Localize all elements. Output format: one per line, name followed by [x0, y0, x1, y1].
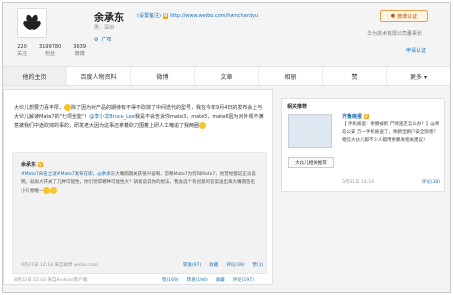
stat-following[interactable]: 220 关注: [17, 44, 27, 57]
related-panel: 相关推荐 大伙儿相关推荐 齐鲁晚报 V 【 手机被盗：余鹏被抓 尸财盗走怎么办？…: [281, 98, 445, 192]
comment-link[interactable]: 评论(197): [233, 277, 254, 283]
stat-posts[interactable]: 3639 微博: [73, 44, 86, 57]
tab-home[interactable]: 他的主页: [3, 67, 67, 85]
profile-tabs: 他的主页 百度人物资料 微博 文章 相册 赞 更多 ▾: [3, 66, 450, 86]
emoji-icon: [49, 187, 57, 194]
tab-weibo[interactable]: 微博: [131, 67, 195, 85]
profile-tag[interactable]: 广布: [101, 36, 111, 43]
related-time: 3月31日 14:18: [342, 180, 374, 185]
profile-meta: (设置备注) V http://www.weibo.com/hwnchardyu: [137, 12, 258, 19]
verified-icon: V: [162, 13, 169, 19]
repost-actions: 转发(97) 收藏 评论(39) 赞(1): [183, 262, 263, 268]
repost-comment-link[interactable]: 评论(39): [226, 262, 244, 268]
emoji-icon: [42, 187, 50, 194]
related-comment-link[interactable]: 评论(38): [422, 179, 440, 185]
tab-baike[interactable]: 百度人物资料: [67, 67, 131, 85]
emoji-icon: [199, 122, 207, 129]
related-text: 【 手机被盗：余鹏被抓 尸财盗走怎么办？】@青岛公安 万一手机被盗了，余鹏宝鹏户…: [342, 122, 440, 143]
verify-button[interactable]: ● 微博认证: [380, 10, 428, 22]
repost-text: #Mate7命名之谜#Mate7发布在即，@余承东大嘴期期关获很兴奋啊，忽略Ma…: [21, 172, 256, 194]
post-actions: 赞(169) 转发(194) 收藏 评论(197): [162, 277, 254, 283]
profile-location: 男，深圳: [94, 25, 115, 31]
like-link[interactable]: 赞(169): [162, 277, 179, 283]
related-title: 相关推荐: [287, 104, 308, 110]
repost-fav-link[interactable]: 收藏: [209, 262, 218, 268]
verified-badge-icon: ●: [390, 13, 396, 19]
post-text: 大伙儿想要力喜丰厚， 除了因为对产品的期待有不得不砍掉了中间迭代的型号，我在今年9…: [14, 104, 264, 129]
tab-more[interactable]: 更多 ▾: [387, 67, 450, 85]
related-caption[interactable]: 大伙儿相关推荐: [288, 157, 334, 168]
settings-link[interactable]: (设置备注): [137, 13, 161, 19]
verified-icon: V: [37, 162, 43, 167]
verified-icon: V: [363, 114, 369, 119]
tab-likes[interactable]: 赞: [323, 67, 387, 85]
related-thumbnail[interactable]: [288, 114, 332, 148]
profile-name: 余承东: [94, 13, 124, 24]
stat-followers[interactable]: 3199780 粉丝: [39, 44, 61, 57]
post-time: 8月22日 22:03 来自Android客户端: [14, 278, 88, 283]
mention-link[interactable]: @李小龙Bruce_Lee: [89, 114, 135, 120]
verify-description: 华为技术有限公司董事长: [367, 31, 423, 37]
related-footer: 3月31日 14:18 评论(38): [342, 179, 440, 185]
apply-verify-link[interactable]: 申请认证: [406, 47, 426, 54]
repost-time: 8月21日 14:18 来自微博 weibo.com: [21, 263, 99, 268]
profile-url[interactable]: http://www.weibo.com/hwnchardyu: [170, 13, 258, 19]
profile-tags: ⚙ 广布: [94, 36, 112, 44]
forward-link[interactable]: 转发(194): [187, 277, 208, 283]
weibo-post: 大伙儿想要力喜丰厚， 除了因为对产品的期待有不得不砍掉了中间迭代的型号，我在今年9…: [3, 89, 273, 285]
huawei-logo: [17, 8, 47, 38]
related-author[interactable]: 齐鲁晚报 V: [342, 113, 369, 120]
mention-link[interactable]: @余承东: [97, 172, 115, 177]
profile-stats: 220 关注 3199780 粉丝 3639 微博: [17, 44, 86, 57]
repost-forward-link[interactable]: 转发(97): [183, 262, 201, 268]
tab-articles[interactable]: 文章: [195, 67, 259, 85]
favorite-link[interactable]: 收藏: [216, 277, 225, 283]
repost-like-link[interactable]: 赞(1): [253, 262, 264, 268]
gear-icon: ⚙: [94, 36, 99, 43]
tab-album[interactable]: 相册: [259, 67, 323, 85]
emoji-icon: [64, 104, 72, 111]
reposted-weibo: 余承东 V #Mate7命名之谜#Mate7发布在即，@余承东大嘴期期关获很兴奋…: [12, 152, 267, 274]
repost-author[interactable]: 余承东 V: [21, 161, 43, 168]
